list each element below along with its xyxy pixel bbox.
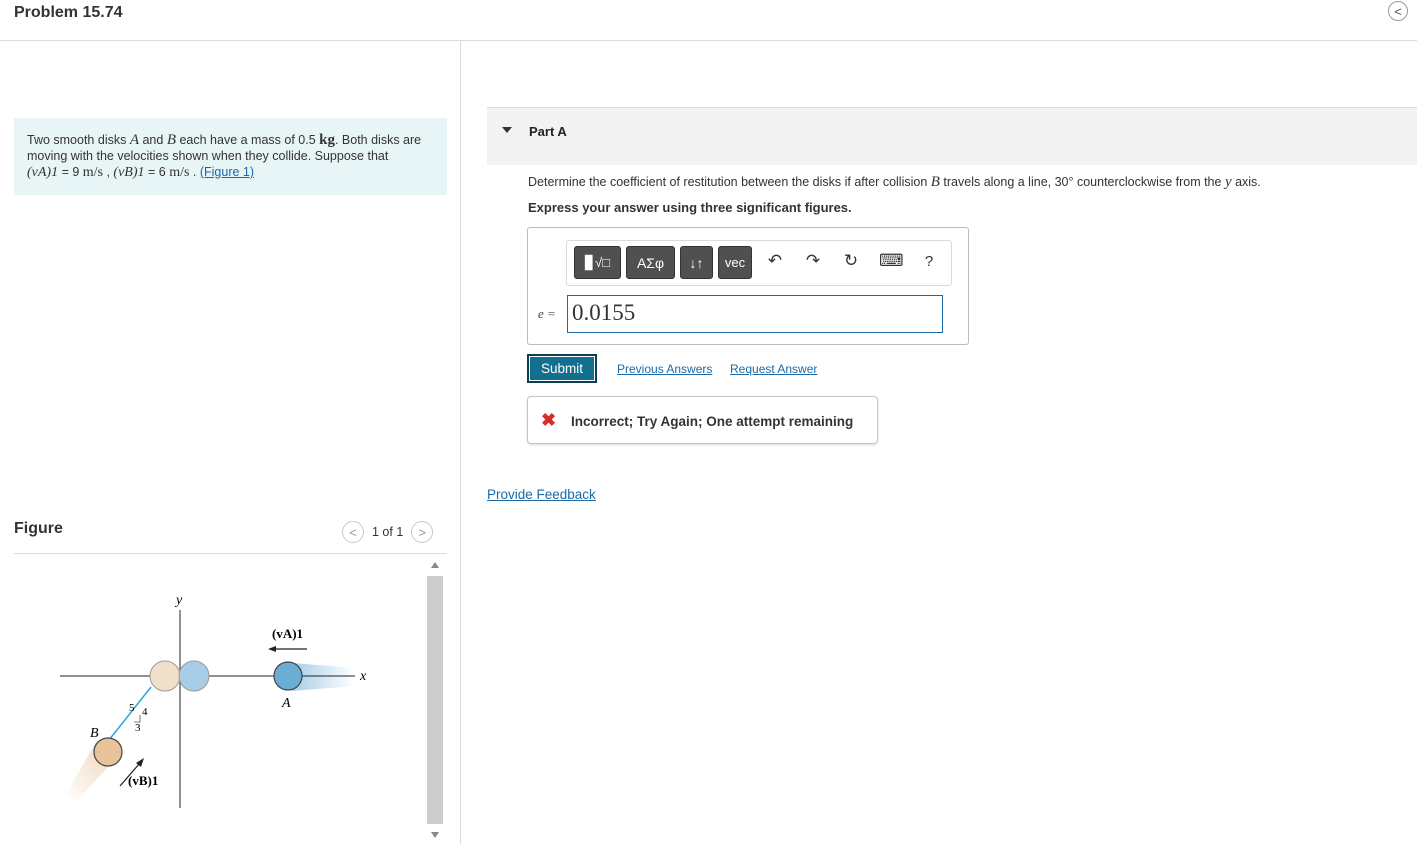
unit-ms: m/s: [169, 165, 190, 180]
intro-text: each have a mass of 0.5: [175, 133, 320, 147]
answer-label: e =: [538, 306, 556, 321]
math-toolbar: ▊√□ ΑΣφ ↓↑ vec ↶ ↷ ↻ ⌨ ?: [566, 240, 952, 286]
intro-text: Two smooth disks: [27, 133, 130, 147]
question-var-b: B: [930, 174, 940, 190]
slope-label-4: 4: [142, 706, 148, 718]
slope-label-5: 5: [129, 702, 135, 714]
answer-area: ▊√□ ΑΣφ ↓↑ vec ↶ ↷ ↻ ⌨ ? e = 0.0155: [527, 227, 969, 345]
disk-b: [93, 737, 123, 767]
question-text: Determine the coefficient of restitution…: [528, 175, 931, 189]
figure-prev-button[interactable]: <: [342, 521, 364, 543]
reset-icon[interactable]: ↻: [839, 251, 863, 271]
part-a-question: Determine the coefficient of restitution…: [528, 174, 1261, 191]
figure-scrollbar[interactable]: [427, 558, 443, 844]
slope-triangle: [134, 715, 141, 723]
answer-instruction: Express your answer using three signific…: [528, 200, 852, 215]
eq-vb: (vB)1: [113, 165, 145, 180]
provide-feedback-link[interactable]: Provide Feedback: [487, 487, 596, 502]
unit-ms: m/s: [82, 165, 103, 180]
disk-a-at-collision: [178, 660, 210, 692]
disk-b-label: B: [90, 726, 99, 741]
var-b: B: [166, 132, 176, 148]
feedback-message: Incorrect; Try Again; One attempt remain…: [571, 414, 854, 429]
part-a-header[interactable]: Part A: [487, 108, 1417, 165]
scroll-down-arrow-icon[interactable]: [431, 832, 439, 838]
unit-kg: kg: [319, 132, 335, 148]
question-text: axis.: [1231, 175, 1261, 189]
collision-figure: y x 5 4 3 (vA)1 A (vB)1 B: [60, 593, 367, 808]
velocity-b-label: (vB)1: [128, 773, 158, 788]
intro-text: and: [139, 133, 167, 147]
help-icon[interactable]: ?: [917, 253, 941, 270]
eq-va: (vA)1: [27, 165, 59, 180]
answer-feedback: ✖ Incorrect; Try Again; One attempt rema…: [527, 396, 878, 444]
incorrect-x-icon: ✖: [541, 410, 557, 430]
figure-divider: [14, 553, 447, 554]
greek-symbols-button[interactable]: ΑΣφ: [626, 246, 675, 279]
undo-icon[interactable]: ↶: [763, 251, 787, 271]
figure-link[interactable]: (Figure 1): [200, 165, 254, 179]
scrollbar-thumb[interactable]: [427, 576, 443, 824]
keyboard-icon[interactable]: ⌨: [879, 251, 904, 271]
request-answer-link[interactable]: Request Answer: [730, 362, 817, 376]
figure-page-count: 1 of 1: [372, 525, 404, 539]
vector-button[interactable]: vec: [718, 246, 752, 279]
slope-label-3: 3: [135, 722, 141, 734]
velocity-a-label: (vA)1: [272, 626, 303, 641]
var-a: A: [129, 132, 139, 148]
answer-input[interactable]: 0.0155: [567, 295, 943, 333]
x-axis-label: x: [359, 669, 367, 684]
question-var-y: y: [1224, 174, 1232, 190]
templates-button[interactable]: ▊√□: [574, 246, 621, 279]
velocity-a-arrowhead: [268, 646, 276, 652]
disk-a-label: A: [281, 696, 291, 711]
disk-b-at-collision: [149, 660, 181, 692]
problem-statement: Two smooth disks A and B each have a mas…: [14, 118, 447, 195]
y-axis-label: y: [174, 593, 183, 608]
caret-down-icon[interactable]: [502, 127, 512, 133]
figure-label: Figure: [14, 520, 63, 537]
previous-answers-link[interactable]: Previous Answers: [617, 362, 712, 376]
question-text: travels along a line, 30° counterclockwi…: [939, 175, 1225, 189]
disk-a: [273, 661, 303, 691]
separator: ,: [103, 165, 114, 179]
subscript-superscript-button[interactable]: ↓↑: [680, 246, 713, 279]
figure-pager: < 1 of 1 >: [342, 521, 434, 543]
top-bar: Problem 15.74 <: [0, 0, 1417, 41]
problem-title: Problem 15.74: [14, 4, 123, 21]
submit-button[interactable]: Submit: [527, 354, 597, 383]
redo-icon[interactable]: ↷: [801, 251, 825, 271]
part-a-title: Part A: [529, 124, 567, 139]
panel-divider: [460, 40, 461, 844]
figure-next-button[interactable]: >: [411, 521, 434, 543]
scroll-up-arrow-icon[interactable]: [431, 562, 439, 568]
eq-va-value: = 9: [58, 165, 83, 179]
chevron-left-icon[interactable]: <: [1388, 1, 1408, 21]
separator: .: [189, 165, 200, 179]
eq-vb-value: = 6: [144, 165, 170, 179]
